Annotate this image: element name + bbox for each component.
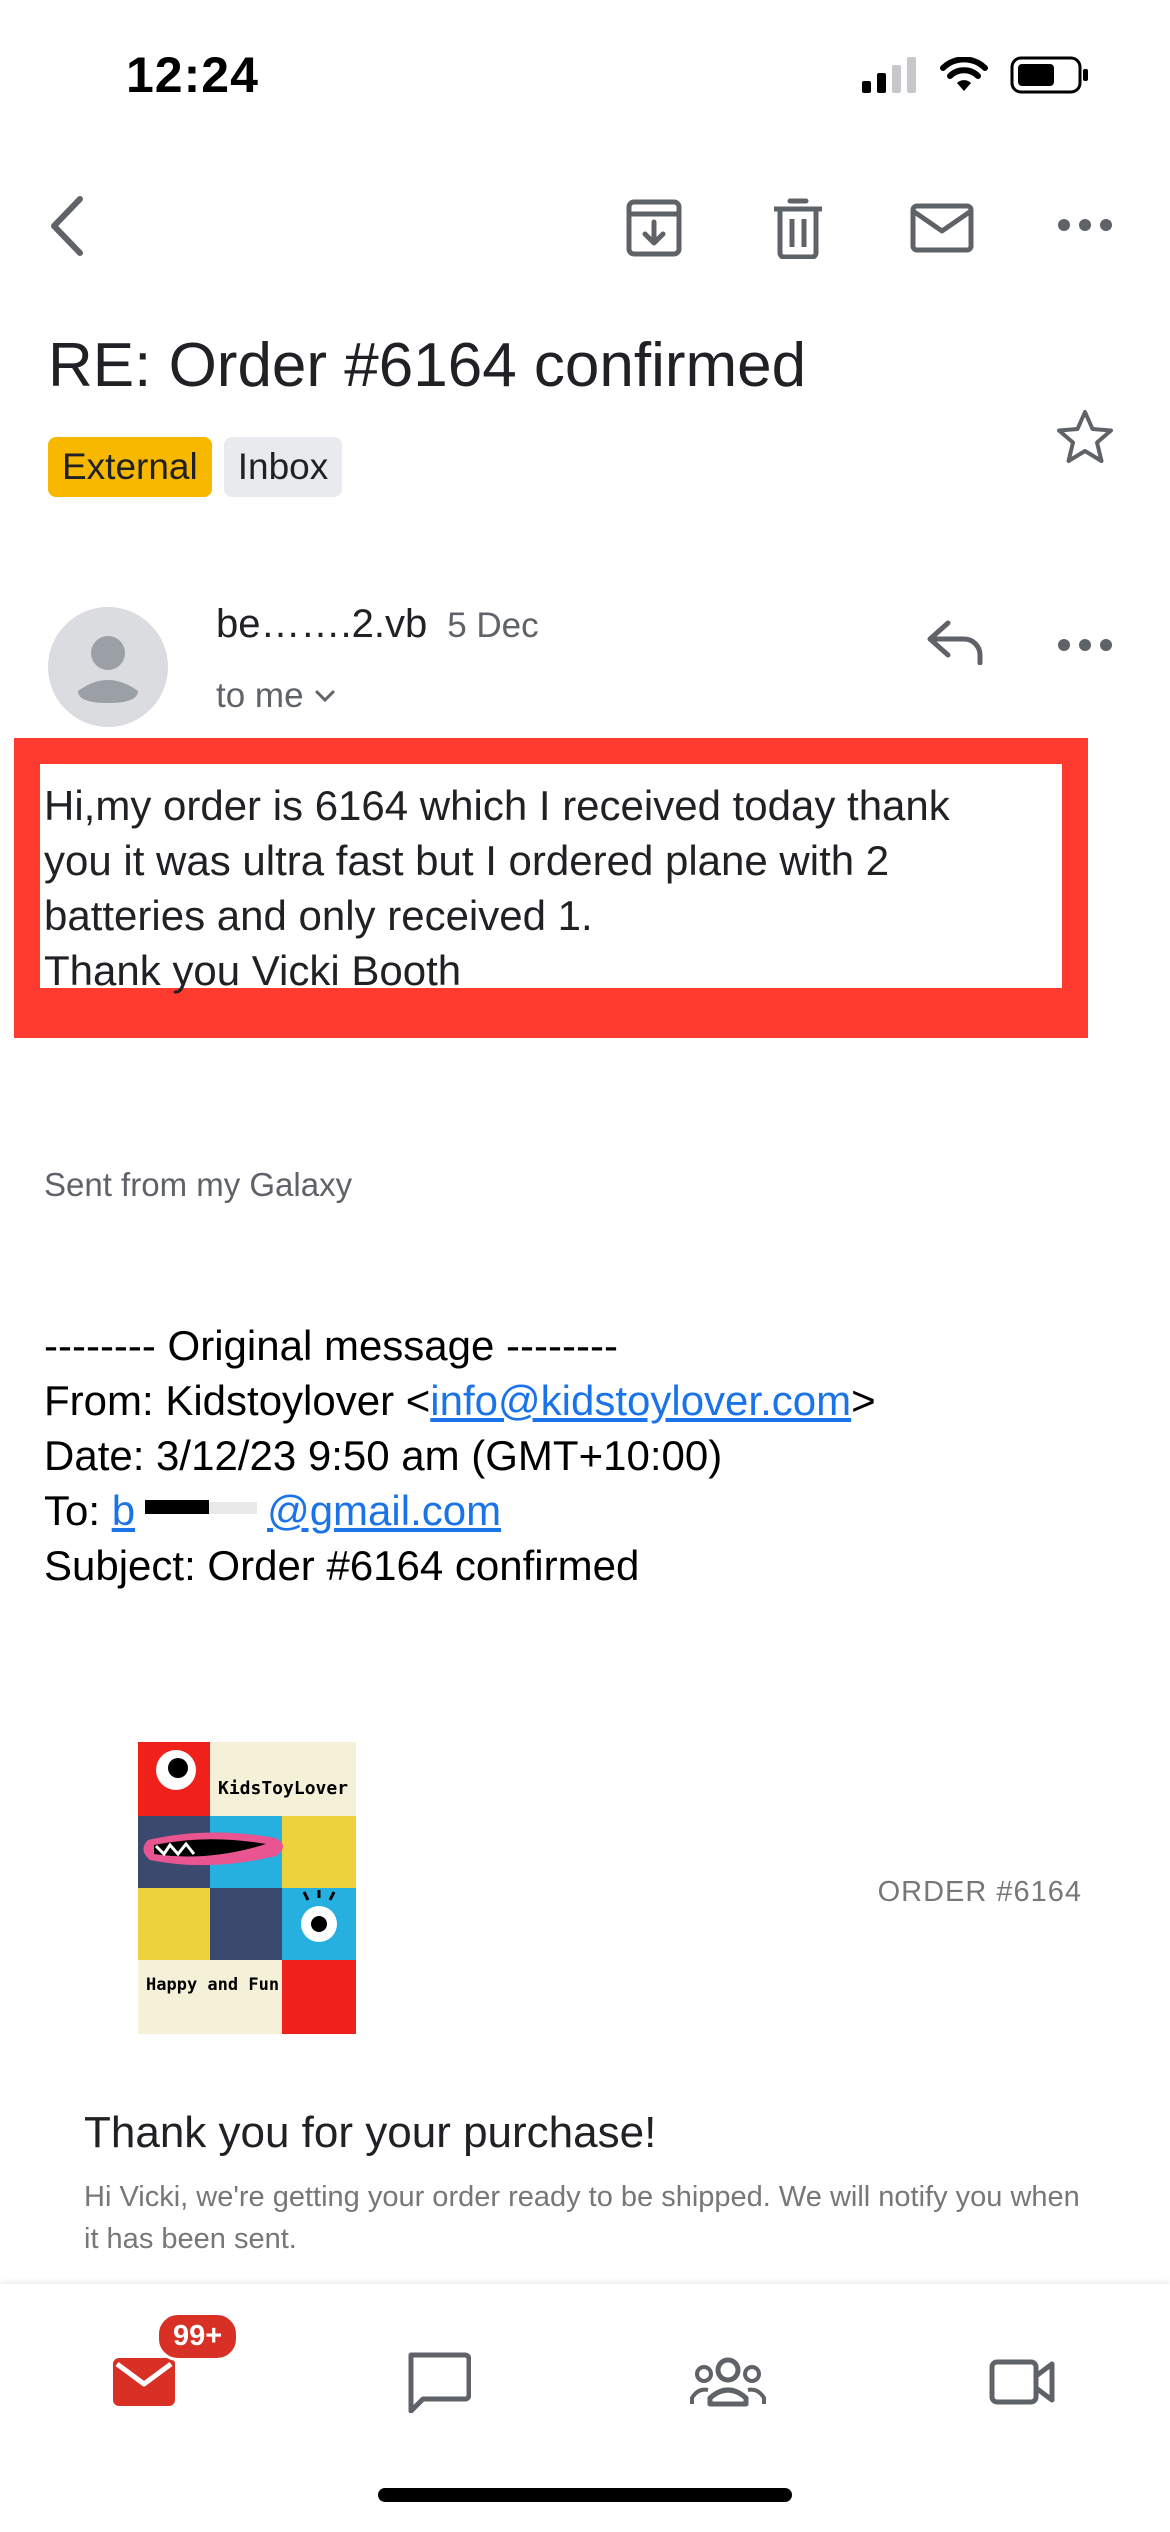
- trash-icon: [774, 198, 822, 259]
- logo-title: KidsToyLover: [218, 1778, 349, 1799]
- mail-filled-icon: [113, 2358, 175, 2406]
- mail-icon: [910, 203, 974, 253]
- body-line: batteries and only received 1.: [44, 892, 593, 939]
- original-date: Date: 3/12/23 9:50 am (GMT+10:00): [44, 1432, 723, 1479]
- original-to-email-start: b: [111, 1487, 136, 1534]
- person-icon: [78, 636, 138, 703]
- archive-button[interactable]: [616, 190, 692, 266]
- mail-badge: 99+: [156, 2312, 240, 2361]
- email-signature: Sent from my Galaxy: [44, 1166, 353, 1203]
- delete-button[interactable]: [760, 190, 836, 266]
- video-camera-icon: [989, 2359, 1055, 2405]
- sender-row[interactable]: be…….2.vb 5 Dec: [216, 602, 539, 647]
- more-horizontal-icon: [1058, 219, 1112, 231]
- status-icons: [862, 56, 1090, 94]
- sender-name: be…….2.vb: [216, 602, 428, 646]
- original-to: To: b @gmail.com: [44, 1483, 876, 1538]
- original-to-label: To:: [44, 1487, 112, 1534]
- home-indicator[interactable]: [378, 2488, 792, 2502]
- redaction-mark: [145, 1499, 258, 1514]
- thank-you-title: Thank you for your purchase!: [84, 2108, 657, 2157]
- original-from-close: >: [851, 1377, 876, 1424]
- order-number: ORDER #6164: [877, 1876, 1082, 1908]
- thank-you-body: Hi Vicki, we're getting your order ready…: [84, 2181, 1080, 2255]
- email-subject: RE: Order #6164 confirmed: [48, 331, 807, 400]
- body-line: you it was ultra fast but I ordered plan…: [44, 837, 890, 884]
- chat-icon: [408, 2352, 471, 2413]
- back-button[interactable]: [36, 186, 96, 266]
- original-from-label: From: Kidstoylover <: [44, 1377, 431, 1424]
- reply-icon: [927, 620, 983, 665]
- body-line: Hi,my order is 6164 which I received tod…: [44, 782, 950, 829]
- star-icon: [1057, 410, 1113, 463]
- nav-spaces[interactable]: [668, 2332, 788, 2432]
- chevron-left-icon: [51, 196, 83, 256]
- mark-unread-button[interactable]: [902, 190, 982, 266]
- cellular-signal-icon: [862, 57, 916, 93]
- nav-chat[interactable]: [378, 2332, 498, 2432]
- wifi-icon: [940, 57, 988, 91]
- label-external[interactable]: External: [48, 437, 212, 497]
- star-button[interactable]: [1050, 402, 1120, 472]
- original-to-email-link[interactable]: b @gmail.com: [112, 1487, 501, 1534]
- reply-button[interactable]: [920, 610, 990, 674]
- original-to-email-end: @gmail.com: [267, 1487, 502, 1534]
- sender-avatar[interactable]: [48, 607, 168, 727]
- recipient-label: to me: [216, 676, 304, 715]
- original-message: -------- Original message -------- From:…: [44, 1318, 876, 1593]
- people-icon: [690, 2357, 766, 2407]
- archive-icon: [626, 199, 682, 257]
- nav-meet[interactable]: [962, 2332, 1082, 2432]
- status-time: 12:24: [126, 47, 259, 103]
- email-body: Hi,my order is 6164 which I received tod…: [44, 778, 1084, 998]
- body-line: Thank you Vicki Booth: [44, 947, 462, 994]
- original-separator: -------- Original message --------: [44, 1322, 618, 1369]
- more-options-button[interactable]: [1052, 200, 1118, 250]
- recipient-toggle[interactable]: to me: [216, 676, 336, 716]
- logo-tagline: Happy and Fun: [146, 1975, 280, 1995]
- label-inbox[interactable]: Inbox: [223, 437, 343, 497]
- label-list: External Inbox: [48, 437, 343, 497]
- chevron-down-icon: [315, 690, 335, 703]
- original-subject: Subject: Order #6164 confirmed: [44, 1542, 640, 1589]
- original-from: From: Kidstoylover <info@kidstoylover.co…: [44, 1373, 876, 1428]
- battery-icon: [1010, 56, 1088, 94]
- email-date: 5 Dec: [447, 606, 539, 645]
- more-horizontal-icon: [1058, 639, 1112, 651]
- original-from-email-link[interactable]: info@kidstoylover.com: [430, 1377, 851, 1424]
- message-more-button[interactable]: [1052, 620, 1118, 670]
